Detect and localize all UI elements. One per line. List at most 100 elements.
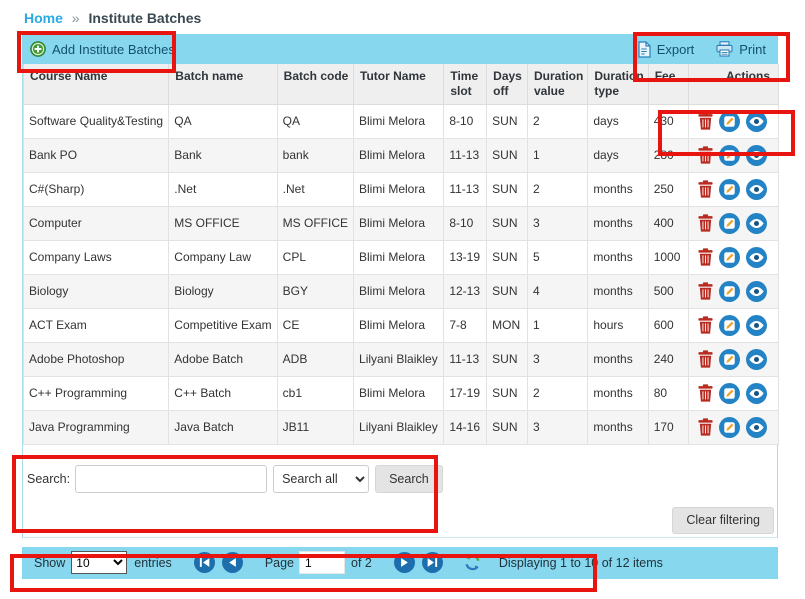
delete-icon[interactable] xyxy=(698,418,713,436)
view-icon[interactable] xyxy=(746,111,767,132)
pagination-bar: Show 10 entries xyxy=(22,547,778,579)
cell-batch_code: CE xyxy=(277,308,353,342)
search-input[interactable] xyxy=(75,465,267,493)
header-batch-name[interactable]: Batch name xyxy=(169,64,277,104)
edit-icon[interactable] xyxy=(719,281,740,302)
add-institute-batches-button[interactable]: Add Institute Batches xyxy=(30,41,175,57)
view-icon[interactable] xyxy=(746,383,767,404)
cell-fee: 500 xyxy=(648,274,688,308)
cell-tutor: Blimi Melora xyxy=(354,206,444,240)
refresh-icon[interactable] xyxy=(463,553,482,572)
delete-icon[interactable] xyxy=(698,350,713,368)
cell-time_slot: 11-13 xyxy=(444,342,487,376)
view-icon[interactable] xyxy=(746,213,767,234)
page-of-label: of 2 xyxy=(351,556,372,570)
cell-batch_name: MS OFFICE xyxy=(169,206,277,240)
cell-course: ACT Exam xyxy=(24,308,169,342)
cell-duration_value: 2 xyxy=(528,104,588,138)
cell-days_off: SUN xyxy=(487,274,528,308)
edit-icon[interactable] xyxy=(719,417,740,438)
cell-days_off: SUN xyxy=(487,138,528,172)
cell-tutor: Blimi Melora xyxy=(354,104,444,138)
header-tutor-name[interactable]: Tutor Name xyxy=(354,64,444,104)
view-icon[interactable] xyxy=(746,281,767,302)
delete-icon[interactable] xyxy=(698,282,713,300)
view-icon[interactable] xyxy=(746,315,767,336)
cell-fee: 170 xyxy=(648,410,688,444)
edit-icon[interactable] xyxy=(719,111,740,132)
cell-fee: 250 xyxy=(648,172,688,206)
clear-filtering-button[interactable]: Clear filtering xyxy=(672,507,774,534)
cell-batch_code: bank xyxy=(277,138,353,172)
first-page-button[interactable] xyxy=(194,552,215,573)
search-field-select[interactable]: Search all xyxy=(273,465,369,493)
delete-icon[interactable] xyxy=(698,180,713,198)
search-zone: Search: Search all Search Clear filterin… xyxy=(23,445,777,537)
cell-batch_code: .Net xyxy=(277,172,353,206)
cell-batch_code: JB11 xyxy=(277,410,353,444)
delete-icon[interactable] xyxy=(698,112,713,130)
cell-fee: 280 xyxy=(648,138,688,172)
cell-duration_value: 1 xyxy=(528,138,588,172)
row-action-icons xyxy=(698,213,773,234)
view-icon[interactable] xyxy=(746,145,767,166)
cell-batch_code: QA xyxy=(277,104,353,138)
cell-time_slot: 14-16 xyxy=(444,410,487,444)
cell-batch_name: Adobe Batch xyxy=(169,342,277,376)
delete-icon[interactable] xyxy=(698,316,713,334)
edit-icon[interactable] xyxy=(719,179,740,200)
row-action-icons xyxy=(698,179,773,200)
cell-tutor: Blimi Melora xyxy=(354,172,444,206)
header-duration-value[interactable]: Duration value xyxy=(528,64,588,104)
table-row: Java ProgrammingJava BatchJB11Lilyani Bl… xyxy=(24,410,779,444)
cell-duration_type: months xyxy=(588,274,648,308)
export-button[interactable]: Export xyxy=(637,41,695,58)
row-action-icons xyxy=(698,145,773,166)
edit-icon[interactable] xyxy=(719,315,740,336)
cell-duration_type: hours xyxy=(588,308,648,342)
cell-tutor: Blimi Melora xyxy=(354,376,444,410)
breadcrumb: Home » Institute Batches xyxy=(0,0,805,34)
view-icon[interactable] xyxy=(746,417,767,438)
edit-icon[interactable] xyxy=(719,145,740,166)
print-button[interactable]: Print xyxy=(716,41,766,57)
cell-fee: 80 xyxy=(648,376,688,410)
cell-days_off: MON xyxy=(487,308,528,342)
view-icon[interactable] xyxy=(746,349,767,370)
page-size-select[interactable]: 10 xyxy=(71,551,127,574)
view-icon[interactable] xyxy=(746,247,767,268)
breadcrumb-home-link[interactable]: Home xyxy=(24,10,63,26)
cell-course: C#(Sharp) xyxy=(24,172,169,206)
header-batch-code[interactable]: Batch code xyxy=(277,64,353,104)
cell-course: C++ Programming xyxy=(24,376,169,410)
cell-duration_type: days xyxy=(588,104,648,138)
header-fee[interactable]: Fee xyxy=(648,64,688,104)
edit-icon[interactable] xyxy=(719,247,740,268)
delete-icon[interactable] xyxy=(698,384,713,402)
header-course-name[interactable]: Course Name xyxy=(24,64,169,104)
header-duration-type[interactable]: Duration type xyxy=(588,64,648,104)
page-number-input[interactable] xyxy=(299,551,345,574)
view-icon[interactable] xyxy=(746,179,767,200)
edit-icon[interactable] xyxy=(719,349,740,370)
cell-batch_code: cb1 xyxy=(277,376,353,410)
last-page-button[interactable] xyxy=(422,552,443,573)
previous-page-button[interactable] xyxy=(222,552,243,573)
cell-time_slot: 13-19 xyxy=(444,240,487,274)
header-time-slot[interactable]: Time slot xyxy=(444,64,487,104)
cell-time_slot: 17-19 xyxy=(444,376,487,410)
cell-actions xyxy=(689,274,779,308)
cell-tutor: Blimi Melora xyxy=(354,308,444,342)
header-days-off[interactable]: Days off xyxy=(487,64,528,104)
table-row: Adobe PhotoshopAdobe BatchADBLilyani Bla… xyxy=(24,342,779,376)
cell-actions xyxy=(689,138,779,172)
cell-duration_value: 1 xyxy=(528,308,588,342)
row-action-icons xyxy=(698,111,773,132)
edit-icon[interactable] xyxy=(719,213,740,234)
delete-icon[interactable] xyxy=(698,248,713,266)
delete-icon[interactable] xyxy=(698,146,713,164)
edit-icon[interactable] xyxy=(719,383,740,404)
delete-icon[interactable] xyxy=(698,214,713,232)
next-page-button[interactable] xyxy=(394,552,415,573)
search-button[interactable]: Search xyxy=(375,465,443,493)
